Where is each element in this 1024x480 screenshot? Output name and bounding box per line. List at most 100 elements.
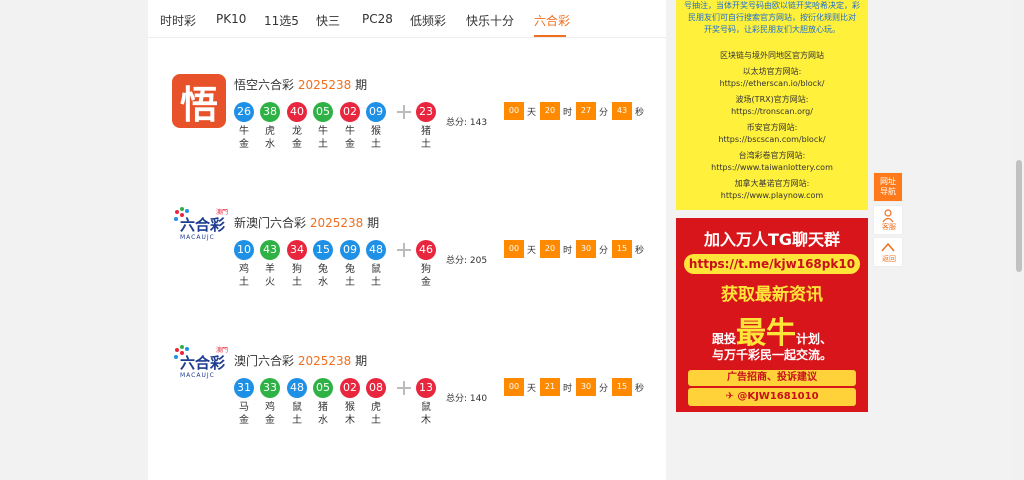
user-icon	[882, 209, 894, 223]
logo-text: 六合彩	[180, 216, 225, 234]
logo-tag: 澳門	[216, 208, 228, 216]
zodiac-label: 龙金	[292, 126, 302, 150]
zodiac-label: 狗土	[292, 264, 302, 288]
site-nav-button[interactable]: 网址导航	[873, 172, 903, 202]
site-item[interactable]: 台湾彩卷官方网站: https://www.taiwanlottery.com	[676, 150, 868, 174]
total-score: 总分: 143	[446, 118, 488, 128]
lottery-ball: 05	[313, 102, 333, 122]
banner-tg-handle: ✈ @KJW1681010	[688, 388, 856, 406]
tab-pk10[interactable]: PK10	[216, 12, 246, 26]
zodiac-label: 鼠木	[421, 402, 431, 426]
site-item[interactable]: 加拿大基诺官方网站: https://www.playnow.com	[676, 178, 868, 202]
countdown-s: 15	[612, 240, 632, 258]
zodiac-label: 马金	[239, 402, 249, 426]
lottery-name: 新澳门六合彩	[234, 216, 307, 230]
countdown-s: 43	[612, 102, 632, 120]
lottery-issue: 2025238	[297, 354, 352, 368]
zodiac-label: 鸡土	[239, 264, 249, 288]
zodiac-label: 兔水	[318, 264, 328, 288]
site-item[interactable]: 以太坊官方网站: https://etherscan.io/block/	[676, 66, 868, 90]
customer-service-button[interactable]: 客服	[873, 205, 903, 235]
countdown-unit: 秒	[635, 246, 645, 256]
period-label: 期	[355, 354, 368, 368]
tab-lhc[interactable]: 六合彩	[534, 12, 570, 29]
zodiac-label: 虎水	[265, 126, 275, 150]
back-to-top-button[interactable]: 返回	[873, 237, 903, 267]
lottery-row[interactable]: 澳門 六合彩 MACAUJC 澳门六合彩 2025238 期 31 马金 33 鸡金 4…	[148, 344, 666, 448]
lottery-ball: 13	[416, 378, 436, 398]
zodiac-label: 鼠土	[371, 264, 381, 288]
wukong-logo: 悟	[172, 74, 226, 128]
banner-url[interactable]: https://t.me/kjw168pk10	[684, 254, 860, 274]
lottery-ball: 09	[366, 102, 386, 122]
countdown-unit: 天	[527, 246, 537, 256]
banner-title: 加入万人TG聊天群	[703, 230, 841, 249]
tab-k3[interactable]: 快三	[316, 12, 340, 29]
lottery-ball: 31	[234, 378, 254, 398]
period-label: 期	[367, 216, 380, 230]
zodiac-label: 猪水	[318, 402, 328, 426]
zodiac-label: 猪土	[421, 126, 431, 150]
tab-dipin[interactable]: 低频彩	[410, 12, 446, 29]
logo-text: 六合彩	[180, 354, 225, 372]
lottery-issue: 2025238	[309, 216, 364, 230]
countdown-unit: 分	[599, 384, 609, 394]
lottery-ball: 02	[340, 378, 360, 398]
countdown-unit: 分	[599, 108, 609, 118]
lottery-ball: 23	[416, 102, 436, 122]
zodiac-label: 鸡金	[265, 402, 275, 426]
logo-sub: MACAUJC	[180, 372, 215, 379]
zodiac-label: 兔土	[345, 264, 355, 288]
lottery-row[interactable]: 澳門 六合彩 MACAUJC 新澳门六合彩 2025238 期 10 鸡土 43 羊火…	[148, 206, 666, 310]
total-score: 总分: 205	[446, 256, 488, 266]
site-item[interactable]: 波场(TRX)官方网站: https://tronscan.org/	[676, 94, 868, 118]
banner-ad-contact: 广告招商、投诉建议	[688, 370, 856, 386]
lottery-row[interactable]: 悟 悟空六合彩 2025238 期 26 牛金 38 虎水 40 龙金 05 牛土 02 牛金 09…	[148, 72, 666, 172]
countdown-unit: 秒	[635, 384, 645, 394]
countdown-unit: 秒	[635, 108, 645, 118]
lottery-ball: 34	[287, 240, 307, 260]
countdown-unit: 天	[527, 384, 537, 394]
lottery-ball: 10	[234, 240, 254, 260]
lottery-name: 悟空六合彩	[234, 78, 295, 92]
site-item[interactable]: 币安官方网站: https://bscscan.com/block/	[676, 122, 868, 146]
lottery-ball: 38	[260, 102, 280, 122]
zodiac-label: 猴木	[345, 402, 355, 426]
countdown-unit: 时	[563, 246, 573, 256]
tab-pc28[interactable]: PC28	[362, 12, 393, 26]
lottery-tabs: 时时彩 PK10 11选5 快三 PC28 低频彩 快乐十分 六合彩	[148, 0, 666, 38]
notice-intro: 号抽注，当体开奖号码由欧以链开奖哈希决定，彩 民朋友们可自行搜索官方网站，按衍化…	[684, 1, 860, 34]
lottery-ball: 48	[287, 378, 307, 398]
scrollbar-thumb[interactable]	[1016, 160, 1022, 272]
lottery-ball: 48	[366, 240, 386, 260]
countdown-d: 00	[504, 240, 524, 258]
zodiac-label: 鼠土	[292, 402, 302, 426]
lottery-ball: 15	[313, 240, 333, 260]
tab-klsf[interactable]: 快乐十分	[466, 12, 514, 29]
tab-ssc[interactable]: 时时彩	[160, 12, 196, 29]
tg-banner-ad[interactable]: 加入万人TG聊天群 https://t.me/kjw168pk10 获取最新资讯…	[676, 218, 868, 412]
lottery-ball: 09	[340, 240, 360, 260]
notice-panel: 号抽注，当体开奖号码由欧以链开奖哈希决定，彩 民朋友们可自行搜索官方网站，按衍化…	[676, 0, 868, 210]
lottery-title: 澳门六合彩 2025238 期	[234, 352, 367, 369]
lottery-ball: 05	[313, 378, 333, 398]
logo-sub: MACAUJC	[180, 234, 215, 241]
countdown-unit: 时	[563, 108, 573, 118]
lottery-ball: 02	[340, 102, 360, 122]
lottery-ball: 40	[287, 102, 307, 122]
telegram-icon: ✈	[725, 391, 738, 402]
countdown-unit: 分	[599, 246, 609, 256]
countdown-s: 15	[612, 378, 632, 396]
lottery-ball: 33	[260, 378, 280, 398]
period-label: 期	[355, 78, 368, 92]
scrollbar[interactable]	[1014, 0, 1024, 480]
tab-11x5[interactable]: 11选5	[264, 12, 299, 29]
plus-icon	[397, 243, 411, 257]
zodiac-label: 猴土	[371, 126, 381, 150]
total-score: 总分: 140	[446, 394, 488, 404]
banner-line2: 获取最新资讯	[721, 285, 823, 305]
logo-tag: 澳門	[216, 346, 228, 354]
zodiac-label: 牛金	[345, 126, 355, 150]
countdown-unit: 天	[527, 108, 537, 118]
zodiac-label: 牛土	[318, 126, 328, 150]
